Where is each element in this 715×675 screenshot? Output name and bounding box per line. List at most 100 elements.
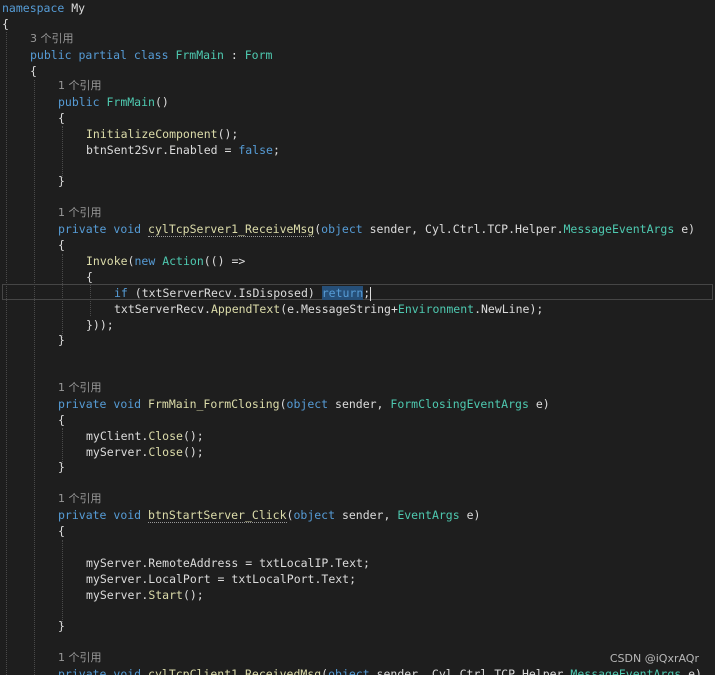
code-text: .NewLine); <box>474 302 544 316</box>
code-line[interactable]: myClient.Close(); <box>0 428 715 444</box>
code-text: (); <box>217 127 239 141</box>
code-line[interactable]: { <box>0 63 715 79</box>
keyword: public <box>30 48 72 62</box>
brace: } <box>58 174 65 188</box>
brace: { <box>58 238 65 252</box>
code-line[interactable]: { <box>0 237 715 253</box>
code-text: (e.MessageString+ <box>280 302 398 316</box>
keyword: void <box>113 667 142 675</box>
code-text: sender, <box>335 508 398 522</box>
code-line[interactable]: public partial class FrmMain : Form <box>0 47 715 63</box>
method-call: Start <box>148 588 183 602</box>
colon: : <box>230 48 238 62</box>
code-text: e) <box>459 508 481 522</box>
codelens-text[interactable]: 1 个引用 <box>58 492 102 505</box>
code-line[interactable]: } <box>0 459 715 475</box>
code-text: e) <box>528 397 550 411</box>
code-line[interactable]: namespace My <box>0 0 715 16</box>
text-caret <box>370 286 372 301</box>
brace: { <box>58 413 65 427</box>
keyword: new <box>134 254 156 268</box>
keyword: object <box>328 667 370 675</box>
codelens-text[interactable]: 1 个引用 <box>58 381 102 394</box>
method-call: InitializeComponent <box>86 127 218 141</box>
code-line[interactable]: btnSent2Svr.Enabled = false; <box>0 142 715 158</box>
method-call: Close <box>148 429 183 443</box>
code-line[interactable]: { <box>0 16 715 32</box>
keyword: object <box>286 397 329 411</box>
code-text: (); <box>182 429 204 443</box>
code-line[interactable]: Invoke(new Action(() => <box>0 253 715 269</box>
code-line[interactable]: private void cylTcpServer1_ReceiveMsg(ob… <box>0 221 715 237</box>
method-name: cylTcpServer1_ReceiveMsg <box>148 222 315 237</box>
type-name: FormClosingEventArgs <box>390 397 529 411</box>
code-text: (); <box>182 445 204 459</box>
brace: { <box>2 17 9 31</box>
brace: { <box>58 524 65 538</box>
code-line[interactable]: private void FrmMain_FormClosing(object … <box>0 396 715 412</box>
code-text: (() => <box>203 254 246 268</box>
code-text: myServer.LocalPort = txtLocalPort.Text; <box>86 572 357 586</box>
code-text: myServer. <box>86 588 149 602</box>
keyword: private <box>58 508 107 522</box>
codelens-text[interactable]: 3 个引用 <box>30 32 74 45</box>
codelens-references[interactable]: 1 个引用 <box>0 650 715 666</box>
code-line[interactable]: private void btnStartServer_Click(object… <box>0 507 715 523</box>
code-line[interactable]: private void cylTcpClient1_ReceivedMsg(o… <box>0 666 715 675</box>
codelens-text[interactable]: 1 个引用 <box>58 206 102 219</box>
code-line[interactable]: { <box>0 412 715 428</box>
codelens-references[interactable]: 1 个引用 <box>0 78 715 94</box>
keyword: private <box>58 667 107 675</box>
code-line[interactable]: { <box>0 523 715 539</box>
code-line[interactable]: if (txtServerRecv.IsDisposed) return; <box>0 285 715 301</box>
code-line[interactable]: { <box>0 269 715 285</box>
code-line[interactable]: public FrmMain() <box>0 94 715 110</box>
code-text: e) <box>674 222 696 236</box>
code-text: myServer.RemoteAddress = txtLocalIP.Text… <box>86 556 370 570</box>
method-call: AppendText <box>210 302 281 316</box>
code-text: sender, <box>328 397 391 411</box>
code-line[interactable]: } <box>0 332 715 348</box>
constructor-name: FrmMain <box>106 95 155 109</box>
code-text: (); <box>182 588 204 602</box>
code-text: ; <box>272 143 280 157</box>
code-editor[interactable]: namespace My { 3 个引用 public partial clas… <box>0 0 715 675</box>
code-text: sender, Cyl.Ctrl.TCP.Helper. <box>362 222 564 236</box>
code-line[interactable]: myServer.Close(); <box>0 444 715 460</box>
base-class: Form <box>244 48 273 62</box>
brace: { <box>86 270 93 284</box>
codelens-references[interactable]: 1 个引用 <box>0 380 715 396</box>
code-line[interactable]: myServer.LocalPort = txtLocalPort.Text; <box>0 571 715 587</box>
codelens-text[interactable]: 1 个引用 <box>58 79 102 92</box>
type-name: MessageEventArgs <box>563 222 675 236</box>
code-text: btnSent2Svr.Enabled = <box>86 143 239 157</box>
keyword: if <box>114 286 128 300</box>
method-name: cylTcpClient1_ReceivedMsg <box>148 667 322 675</box>
keyword: void <box>113 508 142 522</box>
code-line[interactable]: myServer.Start(); <box>0 587 715 603</box>
brace: { <box>30 64 37 78</box>
codelens-references[interactable]: 3 个引用 <box>0 31 715 47</box>
keyword: object <box>293 508 336 522</box>
code-line[interactable]: })); <box>0 317 715 333</box>
code-text: sender, Cyl.Ctrl.TCP.Helper. <box>369 667 571 675</box>
codelens-references[interactable]: 1 个引用 <box>0 205 715 221</box>
type-name: EventArgs <box>397 508 460 522</box>
keyword: namespace <box>2 1 65 15</box>
code-line[interactable]: txtServerRecv.AppendText(e.MessageString… <box>0 301 715 317</box>
keyword: void <box>113 397 142 411</box>
code-line[interactable]: } <box>0 173 715 189</box>
code-text: (txtServerRecv.IsDisposed) <box>127 286 322 300</box>
method-name: FrmMain_FormClosing <box>148 397 280 411</box>
keyword: private <box>58 222 107 236</box>
codelens-text[interactable]: 1 个引用 <box>58 651 102 664</box>
brace: } <box>58 460 65 474</box>
code-line[interactable]: InitializeComponent(); <box>0 126 715 142</box>
code-text: () <box>154 95 169 109</box>
keyword-highlighted: return <box>321 286 364 300</box>
code-line[interactable]: } <box>0 618 715 634</box>
code-line[interactable]: { <box>0 110 715 126</box>
codelens-references[interactable]: 1 个引用 <box>0 491 715 507</box>
code-text: e) <box>681 667 702 675</box>
code-line[interactable]: myServer.RemoteAddress = txtLocalIP.Text… <box>0 555 715 571</box>
